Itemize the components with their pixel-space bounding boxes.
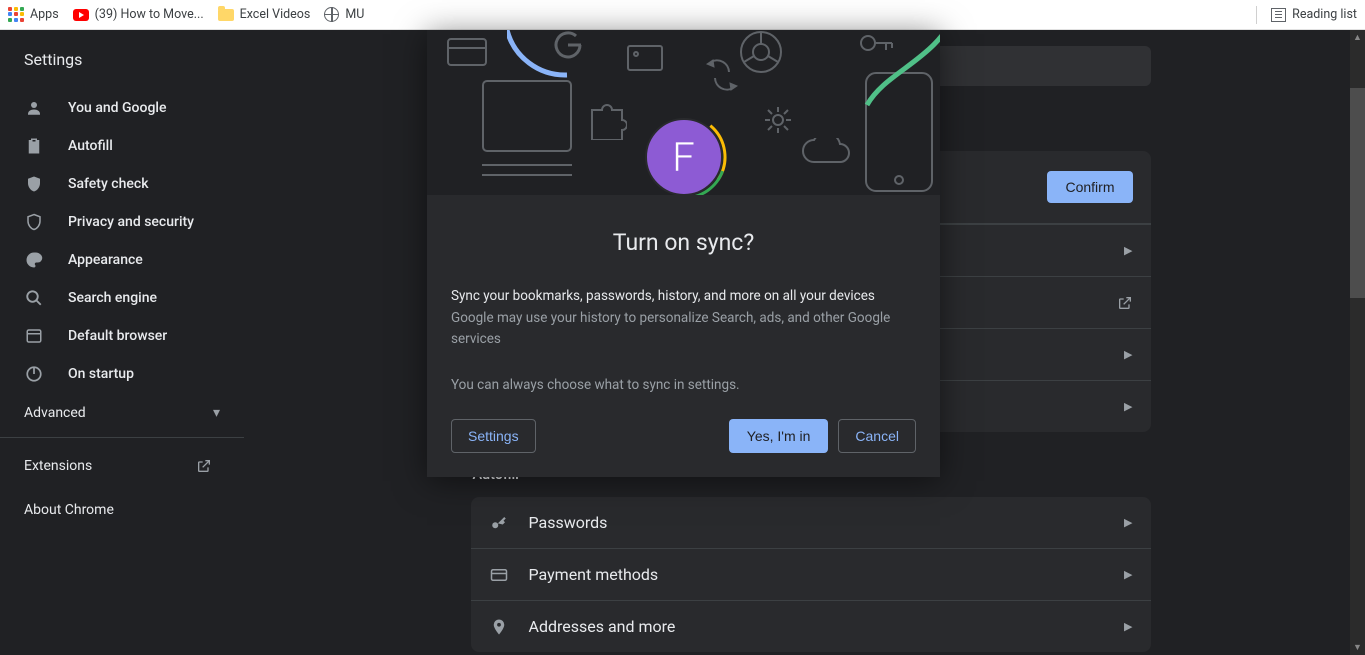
reading-list[interactable]: Reading list xyxy=(1271,7,1357,22)
sidebar-item-label: Appearance xyxy=(68,252,143,268)
reading-list-label: Reading list xyxy=(1292,7,1357,22)
image-icon xyxy=(627,45,663,71)
chevron-right-icon: ▶ xyxy=(1124,348,1132,361)
reading-list-icon xyxy=(1271,8,1286,22)
sidebar-item-label: Safety check xyxy=(68,176,149,192)
external-link-icon xyxy=(196,458,212,474)
bookmark-youtube-label: (39) How to Move... xyxy=(95,7,204,22)
bookmark-mu-label: MU xyxy=(345,7,364,22)
cloud-icon xyxy=(802,138,862,164)
sidebar-item-appearance[interactable]: Appearance xyxy=(0,241,256,279)
scroll-up-icon[interactable]: ▲ xyxy=(1353,32,1362,43)
bookmark-excel[interactable]: Excel Videos xyxy=(218,7,311,22)
sidebar-item-label: Privacy and security xyxy=(68,214,194,230)
sidebar-item-on-startup[interactable]: On startup xyxy=(0,355,256,393)
scroll-thumb[interactable] xyxy=(1350,88,1365,298)
row-label: Passwords xyxy=(529,513,608,532)
settings-title: Settings xyxy=(0,30,256,89)
sidebar-extensions-label: Extensions xyxy=(24,458,92,474)
person-icon xyxy=(24,99,44,117)
apps-icon xyxy=(8,7,24,23)
sidebar-advanced[interactable]: Advanced ▾ xyxy=(0,393,220,431)
card-icon xyxy=(447,38,487,66)
sidebar-about[interactable]: About Chrome xyxy=(0,488,236,532)
settings-sidebar: Settings You and Google Autofill Safety … xyxy=(0,30,256,655)
sidebar-item-you-and-google[interactable]: You and Google xyxy=(0,89,256,127)
bookmark-youtube[interactable]: (39) How to Move... xyxy=(73,7,204,22)
confirm-button[interactable]: Confirm xyxy=(1047,171,1132,203)
shield-check-icon xyxy=(24,175,44,193)
autofill-card: Passwords ▶ Payment methods ▶ Addresses … xyxy=(471,497,1151,652)
chrome-icon xyxy=(739,30,783,74)
chevron-right-icon: ▶ xyxy=(1124,620,1132,633)
sidebar-item-privacy[interactable]: Privacy and security xyxy=(0,203,256,241)
row-passwords[interactable]: Passwords ▶ xyxy=(471,497,1151,548)
row-label: Payment methods xyxy=(529,565,659,584)
sidebar-about-label: About Chrome xyxy=(24,502,114,518)
sidebar-item-label: You and Google xyxy=(68,100,166,116)
dialog-hero: F xyxy=(427,30,940,195)
globe-icon xyxy=(324,7,339,22)
chevron-right-icon: ▶ xyxy=(1124,568,1132,581)
search-icon xyxy=(24,289,44,307)
sidebar-item-label: Search engine xyxy=(68,290,157,306)
youtube-icon xyxy=(73,9,89,21)
sidebar-item-safety-check[interactable]: Safety check xyxy=(0,165,256,203)
sidebar-item-search-engine[interactable]: Search engine xyxy=(0,279,256,317)
green-curve xyxy=(847,30,940,110)
divider xyxy=(0,437,244,438)
dialog-body: Sync your bookmarks, passwords, history,… xyxy=(427,256,940,395)
dialog-title: Turn on sync? xyxy=(427,229,940,256)
bookmark-excel-label: Excel Videos xyxy=(240,7,311,22)
clipboard-icon xyxy=(24,137,44,155)
location-icon xyxy=(489,618,509,636)
folder-icon xyxy=(218,9,234,21)
chevron-right-icon: ▶ xyxy=(1124,400,1132,413)
google-g-icon xyxy=(553,30,583,60)
dialog-avatar: F xyxy=(645,118,723,195)
key-icon xyxy=(489,514,509,532)
sidebar-item-default-browser[interactable]: Default browser xyxy=(0,317,256,355)
separator xyxy=(1256,6,1257,24)
dialog-note: You can always choose what to sync in se… xyxy=(451,375,916,395)
settings-button[interactable]: Settings xyxy=(451,419,536,453)
shield-icon xyxy=(24,213,44,231)
row-addresses[interactable]: Addresses and more ▶ xyxy=(471,600,1151,652)
scrollbar[interactable]: ▲ ▼ xyxy=(1350,30,1365,655)
puzzle-icon xyxy=(587,100,627,140)
sidebar-item-label: Autofill xyxy=(68,138,113,154)
bookmark-apps-label: Apps xyxy=(30,7,59,22)
power-icon xyxy=(24,365,44,383)
sidebar-extensions[interactable]: Extensions xyxy=(0,444,236,488)
laptop-icon xyxy=(482,80,572,190)
chevron-right-icon: ▶ xyxy=(1124,516,1132,529)
bookmark-apps[interactable]: Apps xyxy=(8,7,59,23)
row-payment[interactable]: Payment methods ▶ xyxy=(471,548,1151,600)
sync-dialog: F Turn on sync? Sync your bookmarks, pas… xyxy=(427,30,940,477)
yes-button[interactable]: Yes, I'm in xyxy=(729,419,829,453)
dialog-text-secondary: Google may use your history to personali… xyxy=(451,308,916,349)
gear-icon xyxy=(763,105,793,135)
sidebar-item-label: Default browser xyxy=(68,328,167,344)
sidebar-item-label: On startup xyxy=(68,366,134,382)
palette-icon xyxy=(24,251,44,269)
refresh-icon xyxy=(705,58,739,92)
chevron-right-icon: ▶ xyxy=(1124,244,1132,257)
cancel-button[interactable]: Cancel xyxy=(838,419,916,453)
dialog-actions: Settings Yes, I'm in Cancel xyxy=(427,395,940,477)
row-label: Addresses and more xyxy=(529,617,676,636)
browser-icon xyxy=(24,327,44,345)
sidebar-advanced-label: Advanced xyxy=(24,405,86,421)
chevron-down-icon: ▾ xyxy=(213,405,220,421)
dialog-text-primary: Sync your bookmarks, passwords, history,… xyxy=(451,286,916,306)
sidebar-item-autofill[interactable]: Autofill xyxy=(0,127,256,165)
bookmark-mu[interactable]: MU xyxy=(324,7,364,22)
bookmarks-bar: Apps (39) How to Move... Excel Videos MU… xyxy=(0,0,1365,30)
scroll-down-icon[interactable]: ▼ xyxy=(1353,642,1362,653)
credit-card-icon xyxy=(489,566,509,584)
external-link-icon xyxy=(1117,295,1133,311)
